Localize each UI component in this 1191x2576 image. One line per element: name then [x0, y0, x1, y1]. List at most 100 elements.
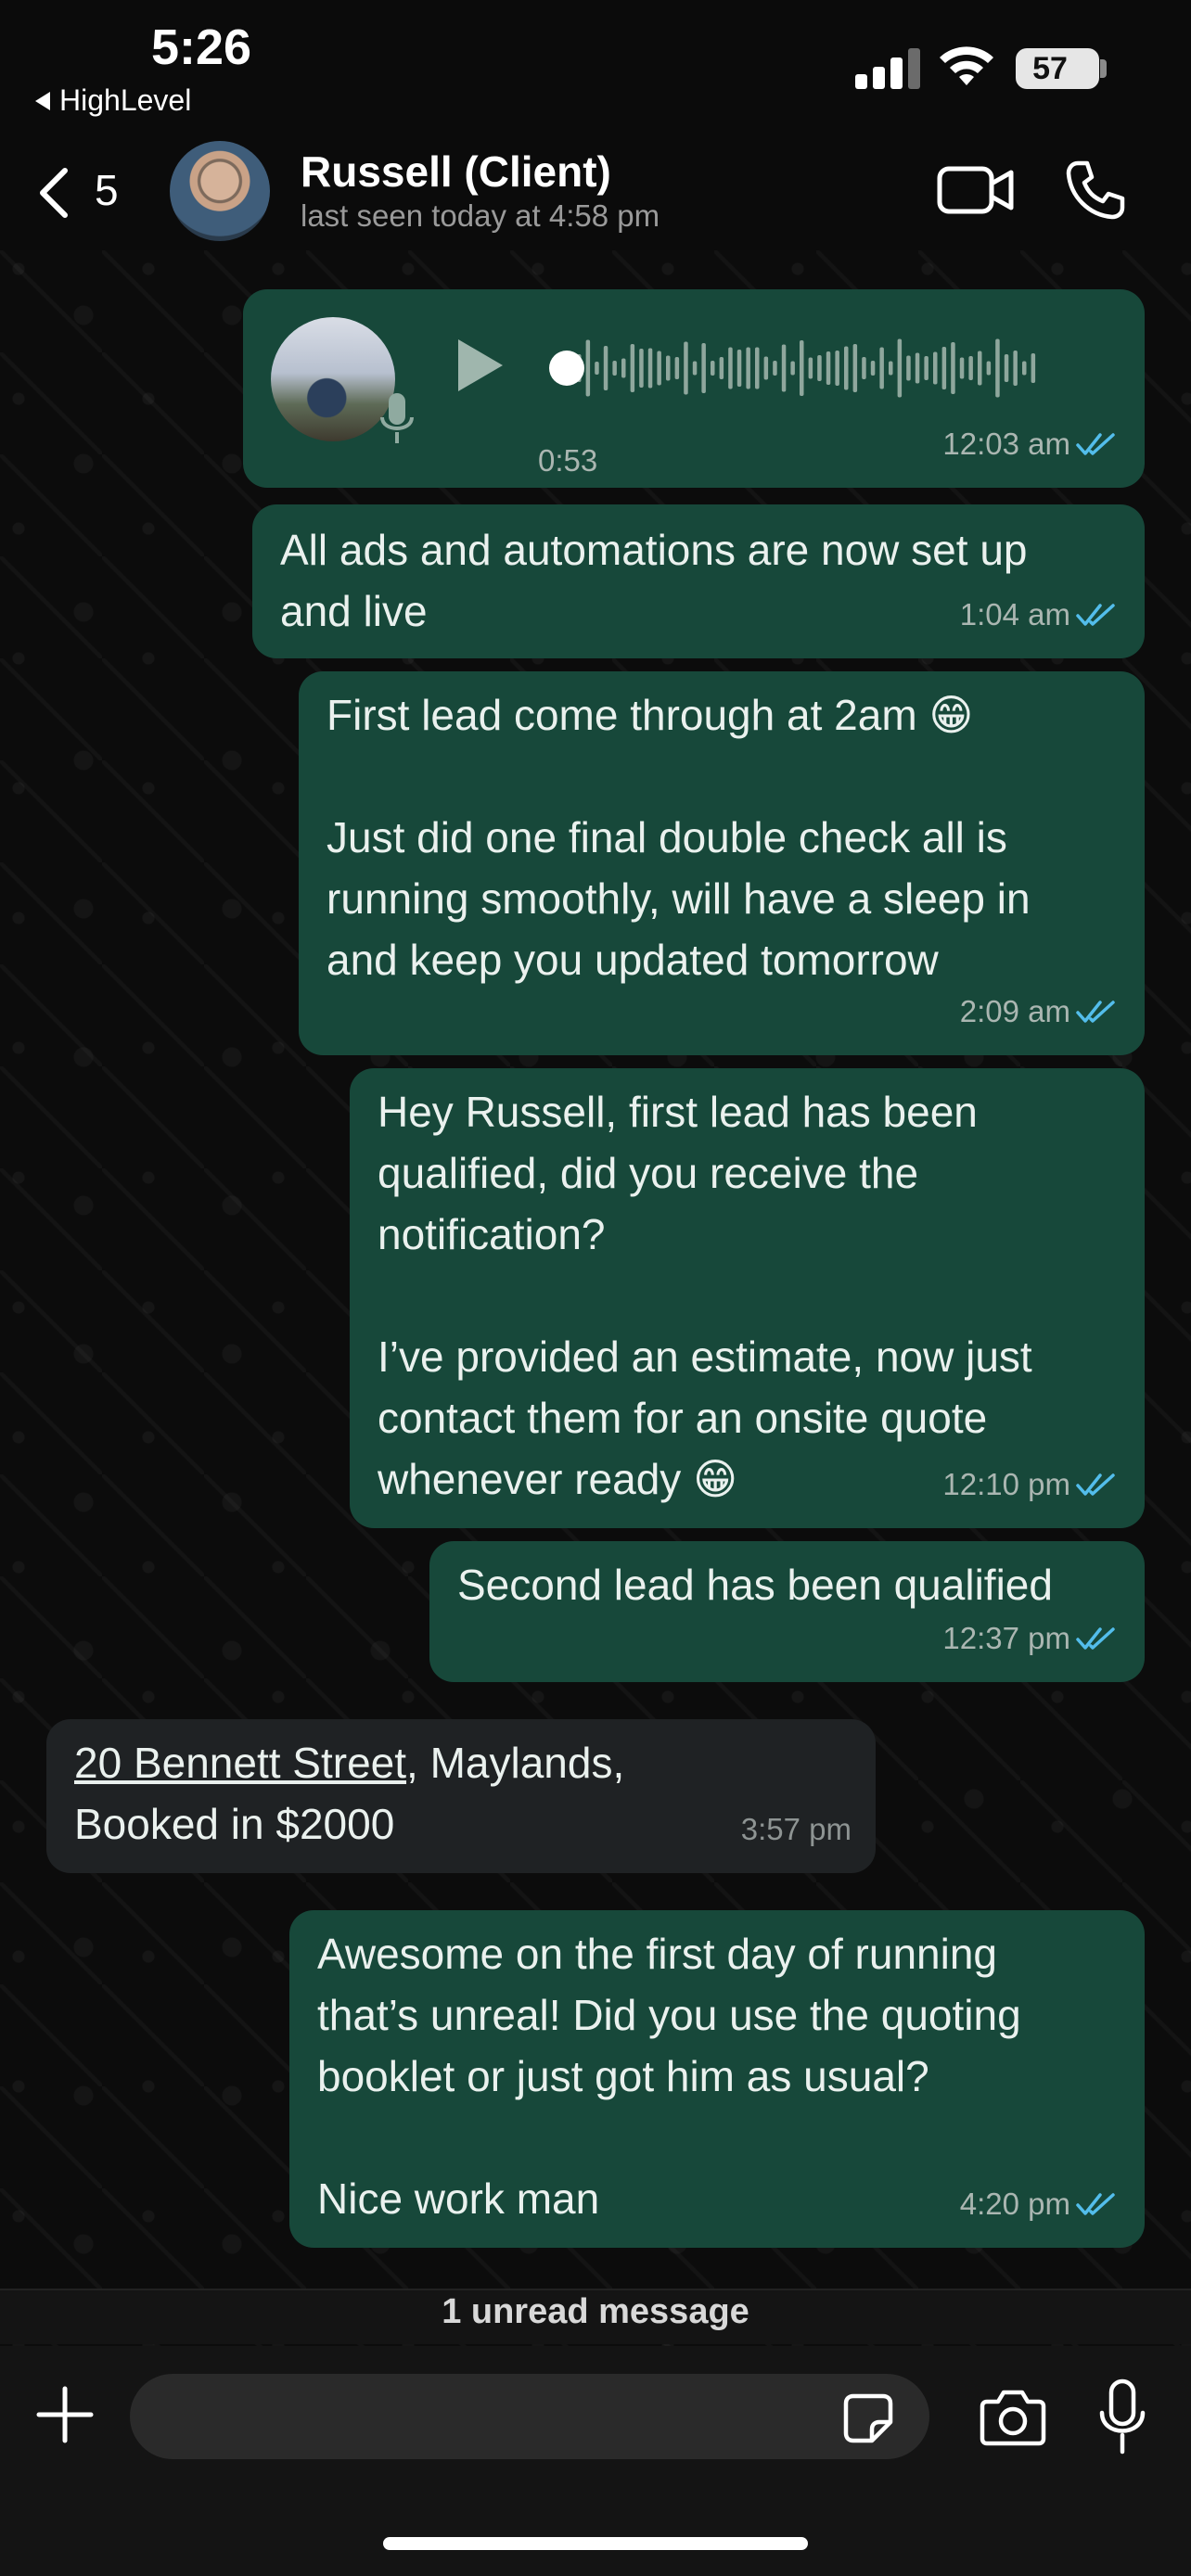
waveform-bar [1031, 353, 1036, 383]
outgoing-message[interactable]: Hey Russell, first lead has been qualifi… [350, 1068, 1145, 1528]
waveform-bar [862, 357, 866, 379]
message-meta: 2:09 am [960, 981, 1121, 1042]
message-time: 12:10 pm [942, 1467, 1070, 1501]
outgoing-message[interactable]: Second lead has been qualified 12:37 pm [429, 1541, 1145, 1682]
message-meta: 12:10 pm [942, 1454, 1121, 1515]
waveform-bar [595, 362, 599, 375]
waveform-bar [603, 346, 608, 390]
waveform-bar [852, 344, 858, 392]
waveform-bar [701, 343, 706, 393]
read-receipt-icon [1076, 1473, 1115, 1496]
waveform-bar [692, 361, 698, 376]
read-receipt-icon [1076, 604, 1115, 626]
back-to-app-link[interactable]: HighLevel [35, 83, 191, 118]
waveform-bar [621, 358, 626, 378]
status-bar: 5:26 HighLevel 57 [0, 0, 1191, 130]
incoming-message[interactable]: 20 Bennett Street, Maylands, Booked in $… [46, 1719, 876, 1873]
microphone-icon[interactable] [1096, 2378, 1148, 2455]
waveform-bar [711, 361, 715, 376]
outgoing-message[interactable]: First lead come through at 2am 😁 Just di… [299, 671, 1145, 1055]
waveform-bar [647, 348, 653, 389]
back-chevron-icon[interactable] [35, 165, 72, 221]
message-time: 4:20 pm [959, 2187, 1070, 2221]
waveform-bar [790, 361, 795, 376]
playback-scrubber[interactable] [549, 351, 584, 386]
message-text: 20 Bennett Street, Maylands, [74, 1732, 848, 1793]
message-meta: 1:04 am [960, 584, 1121, 645]
waveform-bar [755, 347, 760, 389]
waveform-bar [889, 361, 893, 376]
message-time: 2:09 am [959, 994, 1070, 1028]
waveform-bar [800, 340, 804, 396]
message-meta: 12:37 pm [942, 1608, 1121, 1669]
outgoing-message[interactable]: All ads and automations are now set up a… [252, 504, 1145, 658]
waveform-bar [1004, 354, 1009, 382]
message-meta: 3:57 pm [741, 1799, 852, 1860]
waveform-bar [959, 357, 965, 379]
unread-banner-text: 1 unread message [442, 2292, 749, 2331]
waveform-bar [835, 351, 839, 386]
waveform-bar [585, 339, 591, 397]
waveform-bar [817, 355, 822, 381]
last-seen-status: last seen today at 4:58 pm [301, 198, 660, 233]
waveform-bar [639, 349, 644, 388]
waveform-bar [808, 357, 813, 379]
message-time: 12:03 am [942, 427, 1070, 461]
message-time: 1:04 am [959, 597, 1070, 631]
waveform-bar [674, 357, 680, 379]
waveform-bar [630, 344, 635, 392]
waveform-bar [1022, 361, 1027, 376]
sticker-icon[interactable] [842, 2392, 894, 2444]
voice-duration: 0:53 [538, 443, 598, 478]
message-text-line2: Booked in $2000 [74, 1800, 395, 1848]
message-text: Hey Russell, first lead has been qualifi… [378, 1088, 1032, 1503]
back-app-label: HighLevel [59, 83, 192, 117]
waveform-bar [728, 347, 733, 389]
status-time: 5:26 [151, 19, 252, 75]
read-receipt-icon [1076, 433, 1115, 455]
camera-icon[interactable] [980, 2387, 1046, 2446]
waveform-bar [763, 356, 769, 380]
contact-avatar[interactable] [170, 141, 270, 241]
waveform-bar [684, 341, 688, 395]
wifi-icon [940, 46, 993, 85]
waveform-bar [906, 355, 911, 381]
back-arrow-icon [35, 91, 50, 110]
waveform-bar [746, 347, 750, 389]
chat-header: 5 Russell (Client) last seen today at 4:… [0, 130, 1191, 250]
unread-chats-count[interactable]: 5 [95, 165, 119, 215]
waveform-bar [870, 361, 876, 376]
voice-call-icon[interactable] [1065, 159, 1126, 221]
play-icon[interactable] [458, 339, 503, 391]
message-text-part: , Maylands, [406, 1739, 625, 1787]
waveform-bar [968, 356, 973, 380]
waveform-bar [612, 361, 617, 376]
voice-sender-avatar [271, 317, 395, 441]
read-receipt-icon [1076, 1627, 1115, 1650]
contact-name[interactable]: Russell (Client) [301, 147, 611, 197]
waveform-bar [844, 346, 849, 390]
home-indicator [383, 2537, 808, 2550]
waveform-bar [879, 347, 884, 389]
audio-waveform[interactable] [529, 326, 1048, 410]
cellular-signal-icon [855, 46, 920, 89]
microphone-badge-icon [380, 393, 414, 443]
message-input[interactable] [130, 2374, 929, 2459]
outgoing-message[interactable]: Awesome on the first day of running that… [289, 1910, 1145, 2248]
waveform-bar [933, 351, 938, 385]
waveform-bar [826, 351, 831, 385]
plus-attach-icon[interactable] [35, 2385, 95, 2444]
read-receipt-icon [1076, 1001, 1115, 1023]
waveform-bar [951, 342, 955, 394]
message-text: Second lead has been qualified [457, 1561, 1053, 1609]
address-link[interactable]: 20 Bennett Street [74, 1739, 406, 1787]
waveform-bar [736, 350, 742, 387]
message-meta: 4:20 pm [960, 2174, 1121, 2235]
waveform-bar [978, 351, 982, 386]
voice-message-bubble[interactable]: 0:53 12:03 am [243, 289, 1145, 488]
message-meta: 12:03 am [942, 414, 1121, 475]
waveform-bar [897, 338, 903, 398]
message-time: 12:37 pm [942, 1621, 1070, 1655]
video-call-icon[interactable] [937, 163, 1015, 217]
waveform-bar [666, 355, 671, 381]
